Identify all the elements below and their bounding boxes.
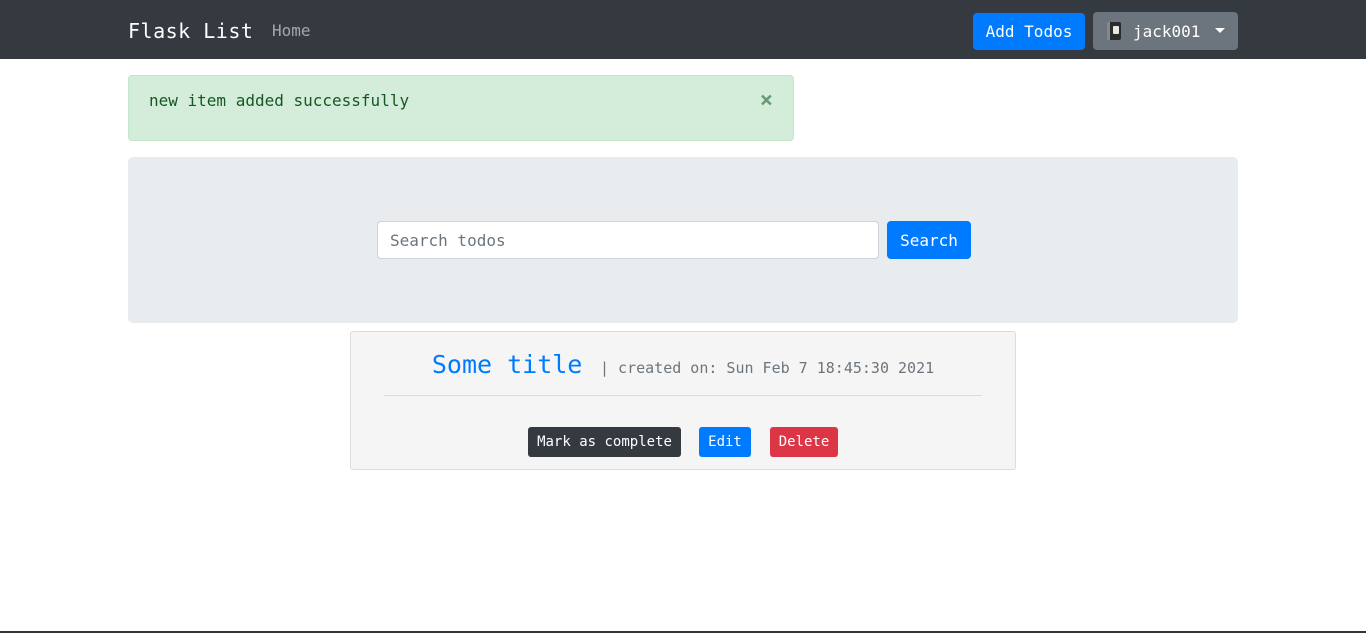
- mark-complete-button[interactable]: Mark as complete: [528, 427, 681, 457]
- alert-message: new item added successfully: [149, 91, 410, 110]
- navbar: Flask List Home Add Todos jack001: [0, 0, 1366, 59]
- username-label: jack001: [1133, 21, 1201, 41]
- delete-button[interactable]: Delete: [770, 427, 838, 457]
- todo-actions: Mark as complete Edit Delete: [351, 427, 1015, 457]
- todo-created-on: | created on: Sun Feb 7 18:45:30 2021: [600, 359, 935, 377]
- add-todos-button[interactable]: Add Todos: [973, 13, 1085, 50]
- notebook-icon: [1107, 22, 1121, 40]
- todo-card: Some title | created on: Sun Feb 7 18:45…: [350, 331, 1016, 470]
- todo-header: Some title | created on: Sun Feb 7 18:45…: [351, 350, 1015, 379]
- todo-title[interactable]: Some title: [432, 350, 583, 379]
- edit-button[interactable]: Edit: [699, 427, 751, 457]
- search-input[interactable]: [377, 221, 879, 259]
- success-alert: new item added successfully ×: [128, 75, 794, 141]
- navbar-brand[interactable]: Flask List: [128, 16, 253, 46]
- close-icon[interactable]: ×: [760, 90, 773, 112]
- nav-link-home[interactable]: Home: [272, 20, 311, 42]
- divider: [384, 395, 982, 396]
- search-button[interactable]: Search: [887, 221, 971, 259]
- chevron-down-icon: [1215, 28, 1225, 33]
- user-dropdown-button[interactable]: jack001: [1093, 12, 1238, 50]
